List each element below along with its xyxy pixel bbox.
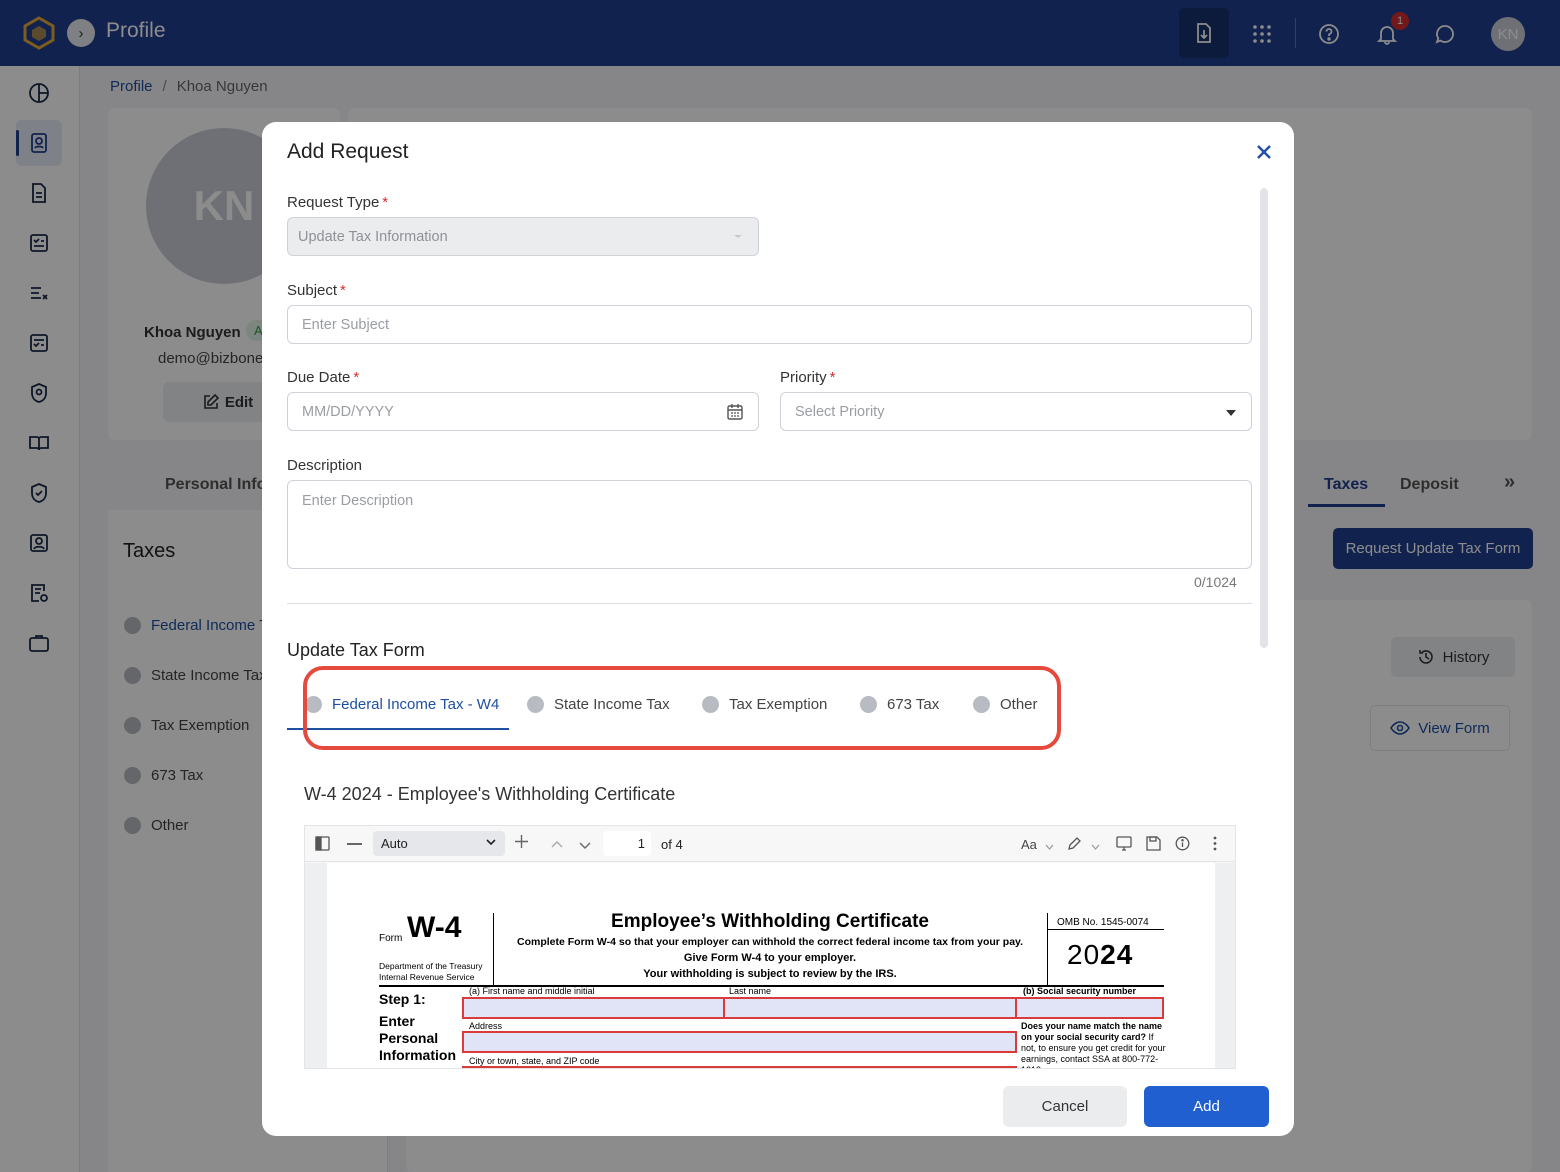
w4-title: Employee’s Withholding Certificate — [611, 911, 929, 932]
page-number-input[interactable]: 1 — [603, 831, 651, 856]
due-date-label: Due Date * — [287, 369, 360, 386]
draw-pen-icon[interactable] — [1067, 836, 1082, 854]
w4-subtitle: Give Form W-4 to your employer. — [683, 952, 857, 964]
w4-omb-number: OMB No. 1545-0074 — [1057, 917, 1149, 928]
w4-form-name: W-4 — [407, 911, 462, 944]
city-field[interactable] — [462, 1066, 1017, 1068]
present-icon[interactable] — [1116, 836, 1132, 854]
pdf-toolbar: Auto 1 of 4 Aa — [305, 826, 1235, 862]
first-name-field[interactable] — [462, 997, 725, 1019]
due-date-placeholder: MM/DD/YYYY — [302, 403, 394, 420]
chevron-down-icon — [485, 836, 497, 851]
more-options-icon[interactable] — [1213, 836, 1217, 854]
pdf-page: Form W-4 Department of the Treasury Inter… — [327, 863, 1215, 1068]
chevron-down-icon — [1225, 406, 1237, 422]
w4-subtitle: Complete Form W-4 so that your employer … — [516, 936, 1024, 948]
ssn-field[interactable] — [1015, 997, 1164, 1019]
address-field[interactable] — [462, 1031, 1017, 1053]
w4-rule — [1047, 929, 1164, 930]
page-count: of 4 — [661, 837, 683, 852]
description-placeholder: Enter Description — [302, 493, 414, 509]
text-tool-icon[interactable]: Aa — [1021, 837, 1037, 852]
request-type-select[interactable]: Update Tax Information — [287, 217, 759, 256]
priority-placeholder: Select Priority — [795, 403, 885, 420]
last-name-field[interactable] — [723, 997, 1017, 1019]
chevron-down-icon — [732, 230, 744, 246]
zoom-select[interactable]: Auto — [373, 831, 505, 856]
cancel-button[interactable]: Cancel — [1003, 1086, 1127, 1127]
chevron-down-icon[interactable] — [1091, 839, 1100, 854]
w4-field-label: Last name — [729, 986, 772, 996]
add-button[interactable]: Add — [1144, 1086, 1269, 1127]
add-request-modal: Add Request Request Type * Update Tax Inf… — [262, 122, 1294, 1136]
pdf-page-area[interactable]: Form W-4 Department of the Treasury Inter… — [305, 863, 1235, 1068]
description-textarea[interactable]: Enter Description — [287, 480, 1252, 569]
w4-rule — [1047, 913, 1048, 985]
subject-placeholder: Enter Subject — [302, 316, 390, 333]
sidebar-toggle-icon[interactable] — [315, 836, 330, 854]
modal-scrollbar[interactable] — [1260, 188, 1268, 648]
close-icon[interactable] — [1252, 140, 1276, 164]
due-date-input[interactable]: MM/DD/YYYY — [287, 392, 759, 431]
zoom-out-icon[interactable] — [347, 843, 362, 845]
form-title: W-4 2024 - Employee's Withholding Certif… — [304, 784, 676, 804]
divider — [287, 603, 1252, 604]
previous-page-icon[interactable] — [551, 837, 563, 852]
info-icon[interactable] — [1175, 836, 1190, 854]
priority-select[interactable]: Select Priority — [780, 392, 1252, 431]
next-page-icon[interactable] — [579, 839, 591, 854]
calendar-icon[interactable] — [726, 403, 744, 425]
chevron-down-icon[interactable] — [1045, 839, 1054, 854]
w4-field-label: (b) Social security number — [1023, 986, 1137, 996]
description-label: Description — [287, 457, 363, 474]
w4-department: Department of the Treasury Internal Reven… — [379, 961, 483, 982]
w4-rule — [493, 913, 494, 985]
request-type-value: Update Tax Information — [298, 228, 448, 245]
w4-step-label: Step 1: — [379, 991, 426, 1007]
subject-label: Subject * — [287, 282, 346, 299]
w4-field-label: (a) First name and middle initial — [469, 986, 595, 996]
save-icon[interactable] — [1146, 836, 1161, 854]
character-counter: 0/1024 — [1194, 574, 1237, 590]
w4-subtitle: Your withholding is subject to review by… — [643, 968, 897, 980]
priority-label: Priority * — [780, 369, 836, 386]
pdf-viewer: Auto 1 of 4 Aa Form W-4 Department of th… — [304, 825, 1236, 1069]
modal-title: Add Request — [287, 140, 409, 163]
w4-year: 2024 — [1067, 939, 1134, 970]
w4-form-label: Form — [379, 933, 403, 944]
section-title: Update Tax Form — [287, 640, 425, 660]
w4-field-label: City or town, state, and ZIP code — [469, 1056, 600, 1066]
w4-field-label: Address — [469, 1021, 503, 1031]
annotation-highlight — [303, 666, 1061, 750]
zoom-value: Auto — [381, 836, 408, 851]
w4-step-description: Enter Personal Information — [379, 1013, 456, 1063]
zoom-in-icon[interactable] — [514, 834, 529, 852]
subject-input[interactable]: Enter Subject — [287, 305, 1252, 344]
w4-name-note: Does your name match the name on your so… — [1021, 1021, 1166, 1068]
request-type-label: Request Type * — [287, 194, 389, 211]
